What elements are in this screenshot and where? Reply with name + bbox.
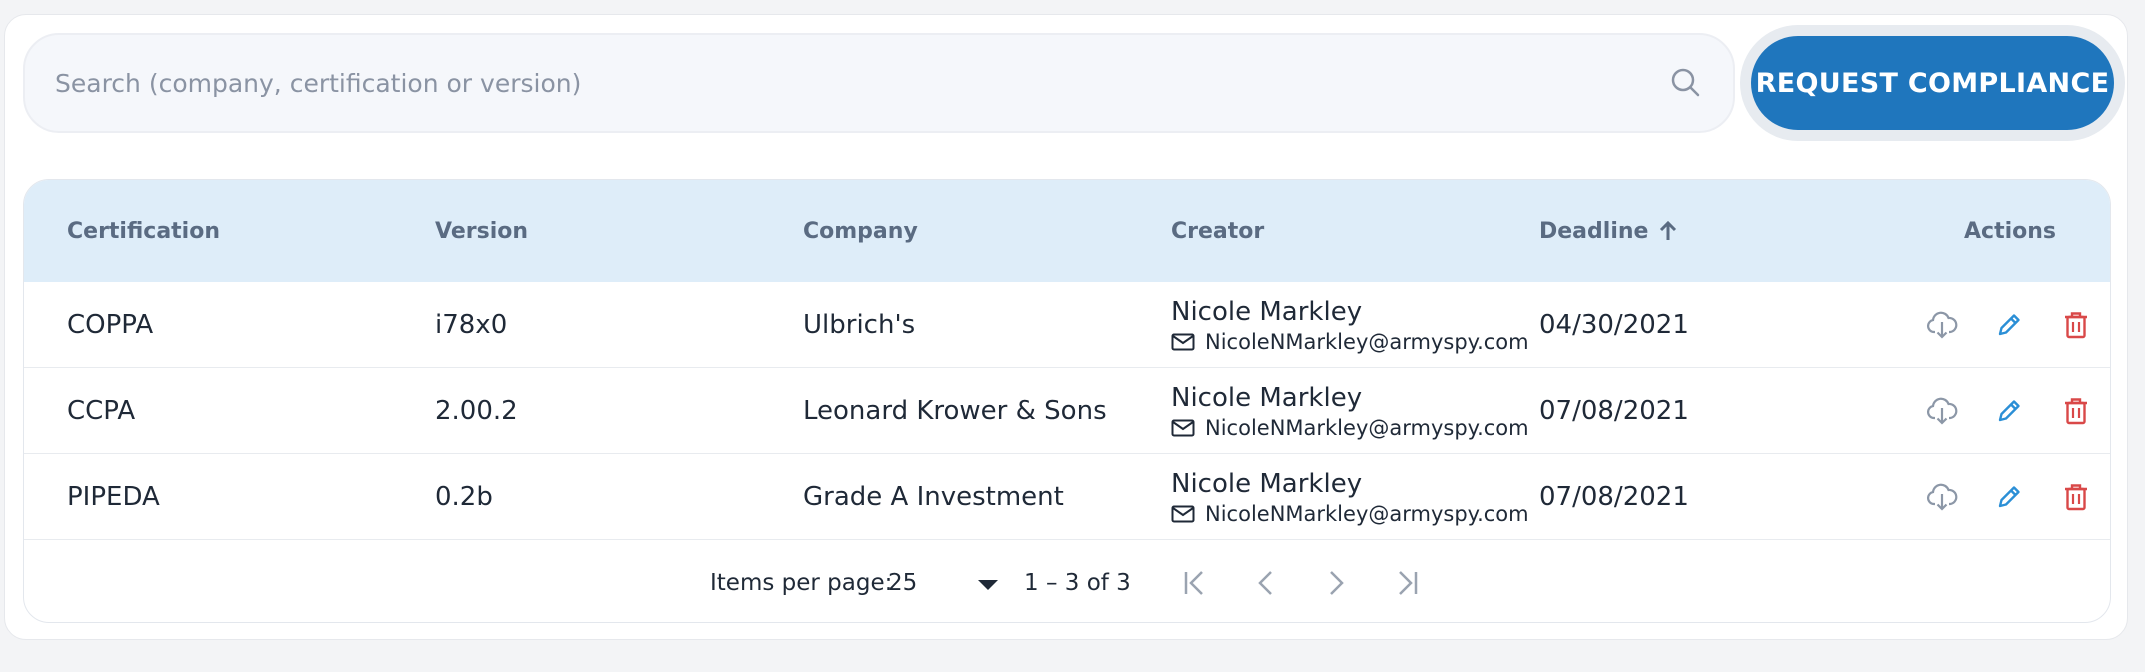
header-company-label: Company [803, 218, 918, 244]
cell-deadline: 07/08/2021 [1539, 396, 1689, 426]
pencil-icon[interactable] [1990, 478, 2028, 516]
header-certification[interactable]: Certification [67, 180, 220, 282]
creator-name: Nicole Markley [1171, 297, 1363, 327]
mail-icon [1171, 419, 1195, 437]
compliance-table: Certification Version Company Creator De… [23, 179, 2111, 623]
header-version[interactable]: Version [435, 180, 528, 282]
header-certification-label: Certification [67, 218, 221, 244]
cell-version: i78x0 [435, 310, 508, 340]
creator-name: Nicole Markley [1171, 383, 1363, 413]
creator-email: NicoleNMarkley@armyspy.com [1205, 330, 1529, 354]
request-compliance-wrapper: REQUEST COMPLIANCE [1740, 25, 2125, 141]
compliance-card: REQUEST COMPLIANCE Certification Version… [4, 14, 2128, 640]
cell-deadline: 07/08/2021 [1539, 482, 1689, 512]
mail-icon [1171, 333, 1195, 351]
chevron-left-icon[interactable] [1246, 564, 1286, 602]
cloud-download-icon[interactable] [1923, 478, 1961, 516]
items-per-page-label: Items per page: [710, 570, 893, 596]
search-bar[interactable] [23, 33, 1735, 133]
table-row[interactable]: PIPEDA 0.2b Grade A Investment Nicole Ma… [24, 454, 2110, 540]
cell-version: 2.00.2 [435, 396, 518, 426]
mail-icon [1171, 505, 1195, 523]
trash-icon[interactable] [2057, 392, 2095, 430]
cell-company: Ulbrich's [803, 310, 916, 340]
cell-certification: CCPA [67, 396, 136, 426]
chevron-right-icon[interactable] [1316, 564, 1356, 602]
cell-certification: COPPA [67, 310, 154, 340]
header-version-label: Version [435, 218, 529, 244]
header-deadline[interactable]: Deadline [1539, 180, 1678, 282]
cell-creator: Nicole Markley NicoleNMarkley@armyspy.co… [1171, 454, 1529, 540]
cell-company: Grade A Investment [803, 482, 1064, 512]
header-actions-label: Actions [1964, 218, 2056, 244]
request-compliance-button[interactable]: REQUEST COMPLIANCE [1751, 36, 2114, 130]
last-page-icon[interactable] [1386, 564, 1426, 602]
search-icon[interactable] [1669, 66, 1703, 100]
header-creator[interactable]: Creator [1171, 180, 1264, 282]
table-header: Certification Version Company Creator De… [24, 180, 2110, 282]
trash-icon[interactable] [2057, 478, 2095, 516]
creator-email: NicoleNMarkley@armyspy.com [1205, 502, 1529, 526]
first-page-icon[interactable] [1176, 564, 1216, 602]
cell-creator: Nicole Markley NicoleNMarkley@armyspy.co… [1171, 368, 1529, 454]
cell-certification: PIPEDA [67, 482, 160, 512]
creator-email: NicoleNMarkley@armyspy.com [1205, 416, 1529, 440]
creator-email-line: NicoleNMarkley@armyspy.com [1171, 330, 1529, 354]
pencil-icon[interactable] [1990, 306, 2028, 344]
pencil-icon[interactable] [1990, 392, 2028, 430]
table-row[interactable]: CCPA 2.00.2 Leonard Krower & Sons Nicole… [24, 368, 2110, 454]
cloud-download-icon[interactable] [1923, 306, 1961, 344]
table-row[interactable]: COPPA i78x0 Ulbrich's Nicole Markley Nic… [24, 282, 2110, 368]
cell-deadline: 04/30/2021 [1539, 310, 1689, 340]
cell-creator: Nicole Markley NicoleNMarkley@armyspy.co… [1171, 282, 1529, 368]
items-per-page-select[interactable]: 25 [888, 540, 998, 622]
creator-name: Nicole Markley [1171, 469, 1363, 499]
creator-email-line: NicoleNMarkley@armyspy.com [1171, 416, 1529, 440]
header-deadline-label: Deadline [1539, 218, 1649, 244]
header-company[interactable]: Company [803, 180, 918, 282]
chevron-down-icon [978, 580, 998, 590]
paginator: Items per page: 25 1 – 3 of 3 [24, 540, 2110, 622]
items-per-page-value: 25 [888, 570, 918, 596]
page-range-label: 1 – 3 of 3 [1024, 570, 1131, 596]
creator-email-line: NicoleNMarkley@armyspy.com [1171, 502, 1529, 526]
trash-icon[interactable] [2057, 306, 2095, 344]
header-actions: Actions [1964, 180, 2056, 282]
header-creator-label: Creator [1171, 218, 1265, 244]
cell-company: Leonard Krower & Sons [803, 396, 1107, 426]
cloud-download-icon[interactable] [1923, 392, 1961, 430]
search-input[interactable] [55, 68, 1669, 98]
arrow-up-icon [1658, 220, 1678, 242]
cell-version: 0.2b [435, 482, 493, 512]
